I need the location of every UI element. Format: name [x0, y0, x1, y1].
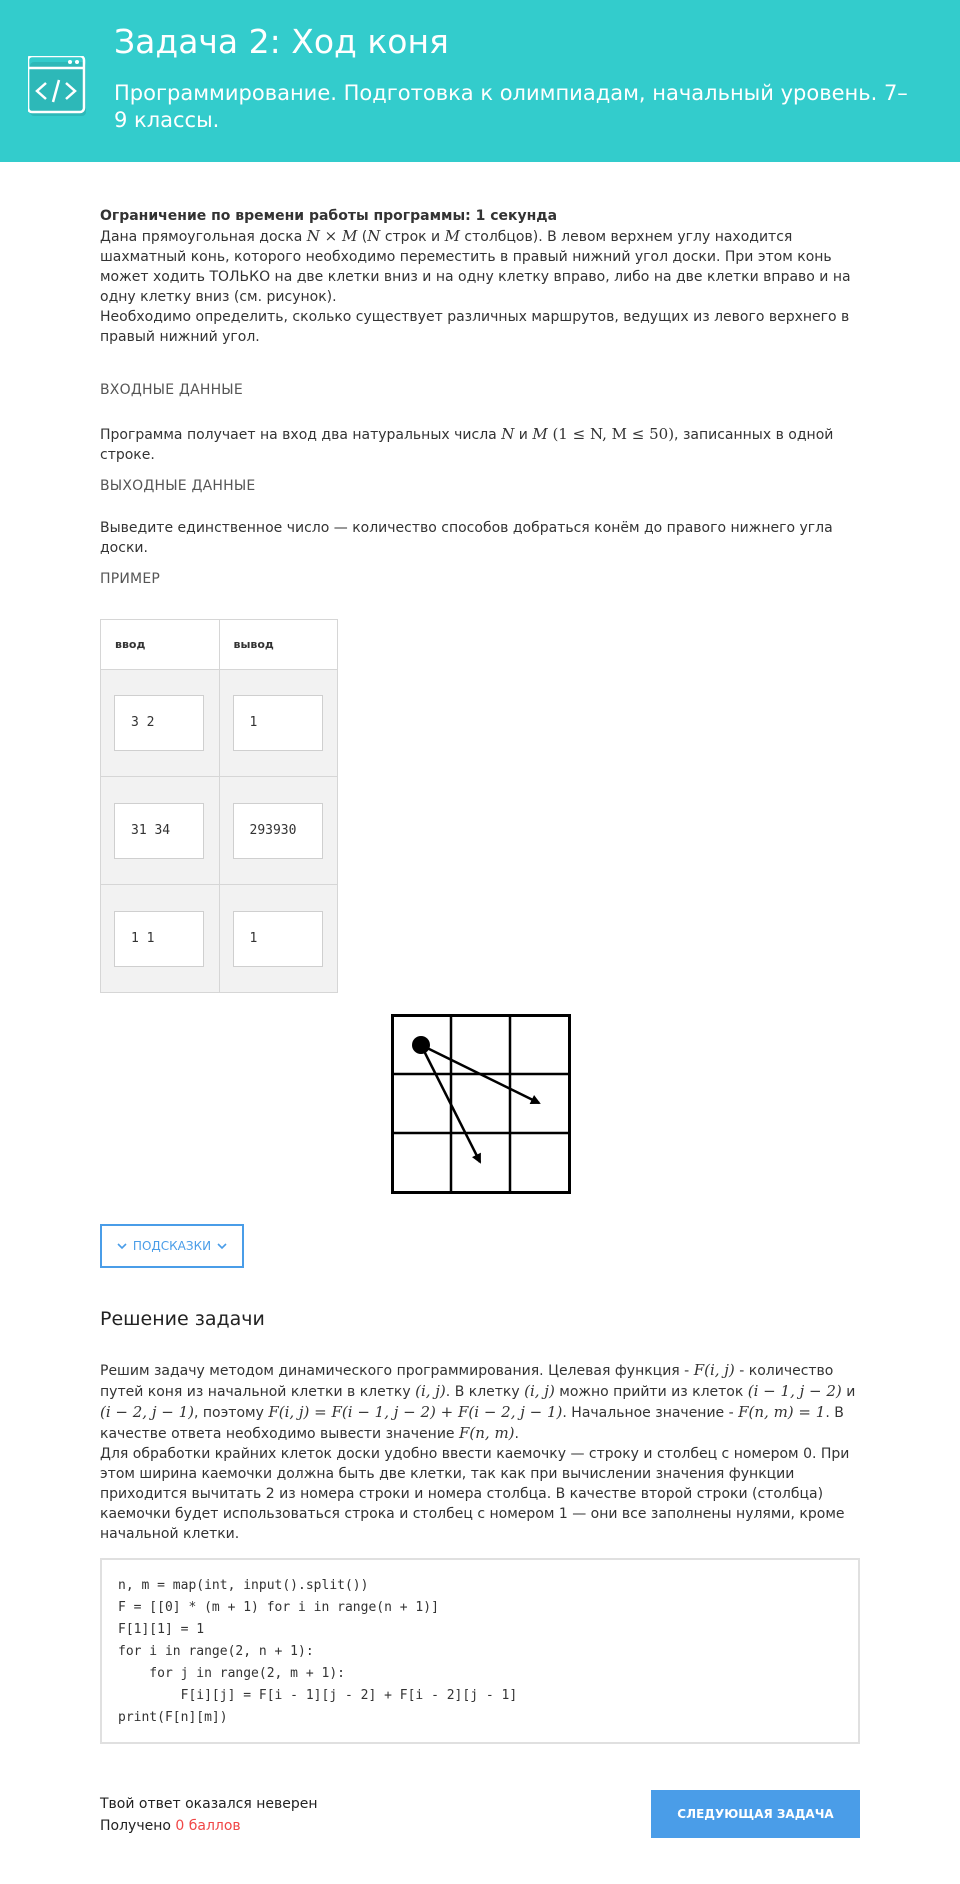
column-header-input: ввод	[100, 619, 220, 670]
table-row: 3 2 1	[100, 669, 338, 777]
statement-text: (	[357, 229, 368, 245]
solution-paragraph-1: Решим задачу методом динамического прогр…	[100, 1360, 860, 1444]
table-cell: 293930	[218, 776, 338, 885]
solution-text: Решим задачу методом динамического прогр…	[100, 1360, 860, 1544]
table-cell: 3 2	[100, 669, 220, 777]
code-line: F = [[0] * (m + 1) for i in range(n + 1)…	[118, 1600, 439, 1615]
code-line: F[i][j] = F[i - 1][j - 2] + F[i - 2][j -…	[118, 1688, 518, 1703]
score-prefix: Получено	[100, 1818, 176, 1834]
statement-paragraph-2: Необходимо определить, сколько существуе…	[100, 309, 850, 345]
table-cell: 1	[218, 884, 338, 993]
solution-segment: .	[514, 1426, 519, 1442]
chevron-down-icon	[217, 1239, 227, 1253]
sample-input-box: 31 34	[114, 802, 204, 859]
math-var: N	[367, 227, 381, 245]
statement-paragraph-1: Дана прямоугольная доска N × M (N строк …	[100, 226, 860, 307]
input-text: Программа получает на вход два натуральн…	[100, 427, 502, 443]
sample-output-box: 293930	[232, 802, 323, 859]
table-cell: 1 1	[100, 884, 220, 993]
example-section-label: Пример	[100, 571, 161, 587]
score-value: 0 баллов	[175, 1818, 241, 1834]
knight-moves-figure	[391, 1014, 571, 1194]
result-verdict: Твой ответ оказался неверен	[100, 1796, 318, 1812]
hints-button[interactable]: Подсказки	[100, 1224, 244, 1268]
sample-output-box: 1	[232, 695, 323, 751]
example-table-header: ввод вывод	[100, 619, 338, 670]
statement-text: строк и	[380, 229, 445, 245]
math-expression: (i − 2, j − 1)	[100, 1403, 194, 1421]
solution-segment: можно прийти из клеток	[554, 1384, 748, 1400]
example-table: ввод вывод 3 2 1 31 34 293930 1 1 1	[100, 619, 338, 993]
task-header: Задача 2: Ход коня Программирование. Под…	[0, 0, 960, 162]
sample-output-box: 1	[232, 910, 323, 967]
code-line: F[1][1] = 1	[118, 1622, 205, 1637]
table-cell: 31 34	[100, 776, 220, 885]
code-line: print(F[n][m])	[118, 1710, 228, 1725]
math-expression: (i, j)	[415, 1382, 446, 1400]
code-window-icon	[28, 56, 86, 116]
math-expression: (i, j)	[524, 1382, 555, 1400]
time-limit: Ограничение по времени работы программы:…	[100, 208, 558, 224]
table-cell: 1	[218, 669, 338, 777]
solution-segment: . В клетку	[445, 1384, 525, 1400]
output-section-label: Выходные данные	[100, 478, 256, 494]
task-statement: Ограничение по времени работы программы:…	[100, 206, 860, 347]
solution-segment: Решим задачу методом динамического прогр…	[100, 1363, 694, 1379]
sample-input-box: 3 2	[114, 695, 204, 751]
column-header-output: вывод	[218, 619, 338, 670]
hints-button-label: Подсказки	[132, 1239, 212, 1253]
solution-title: Решение задачи	[100, 1308, 265, 1330]
math-expression: F(i, j) = F(i − 1, j − 2) + F(i − 2, j −…	[268, 1403, 563, 1421]
math-constraint: (1 ≤ N, M ≤ 50)	[547, 425, 675, 443]
input-text: и	[514, 427, 533, 443]
solution-code-block: n, m = map(int, input().split()) F = [[0…	[100, 1558, 860, 1744]
input-description: Программа получает на вход два натуральн…	[100, 424, 860, 465]
math-var: N	[306, 227, 320, 245]
math-expression: F(n, m) = 1	[738, 1403, 826, 1421]
math-var: M	[341, 227, 358, 245]
solution-segment: . Начальное значение -	[562, 1405, 739, 1421]
solution-segment: , поэтому	[193, 1405, 269, 1421]
math-var: M	[444, 227, 460, 245]
task-title: Задача 2: Ход коня	[114, 22, 449, 61]
result-score-line: Получено 0 баллов	[100, 1815, 318, 1837]
math-expression: F(i, j)	[693, 1361, 735, 1379]
chevron-down-icon	[117, 1239, 127, 1253]
sample-input-box: 1 1	[114, 910, 204, 967]
table-row: 1 1 1	[100, 884, 338, 993]
math-var: M	[532, 425, 548, 443]
math-expression: (i − 1, j − 2)	[747, 1382, 842, 1400]
code-line: n, m = map(int, input().split())	[118, 1578, 369, 1593]
code-line: for j in range(2, m + 1):	[118, 1666, 345, 1681]
math-op: ×	[319, 227, 342, 245]
statement-text: Дана прямоугольная доска	[100, 229, 307, 245]
course-subtitle: Программирование. Подготовка к олимпиада…	[114, 81, 908, 132]
solution-segment: и	[841, 1384, 856, 1400]
math-var: N	[501, 425, 515, 443]
table-row: 31 34 293930	[100, 776, 338, 885]
next-task-button[interactable]: Следующая задача	[651, 1790, 860, 1838]
result-panel: Твой ответ оказался неверен Получено 0 б…	[100, 1793, 318, 1837]
math-expression: F(n, m)	[458, 1424, 515, 1442]
code-line: for i in range(2, n + 1):	[118, 1644, 314, 1659]
output-description: Выведите единственное число — количество…	[100, 520, 833, 556]
solution-paragraph-2: Для обработки крайних клеток доски удобн…	[100, 1446, 850, 1542]
input-section-label: Входные данные	[100, 382, 243, 398]
